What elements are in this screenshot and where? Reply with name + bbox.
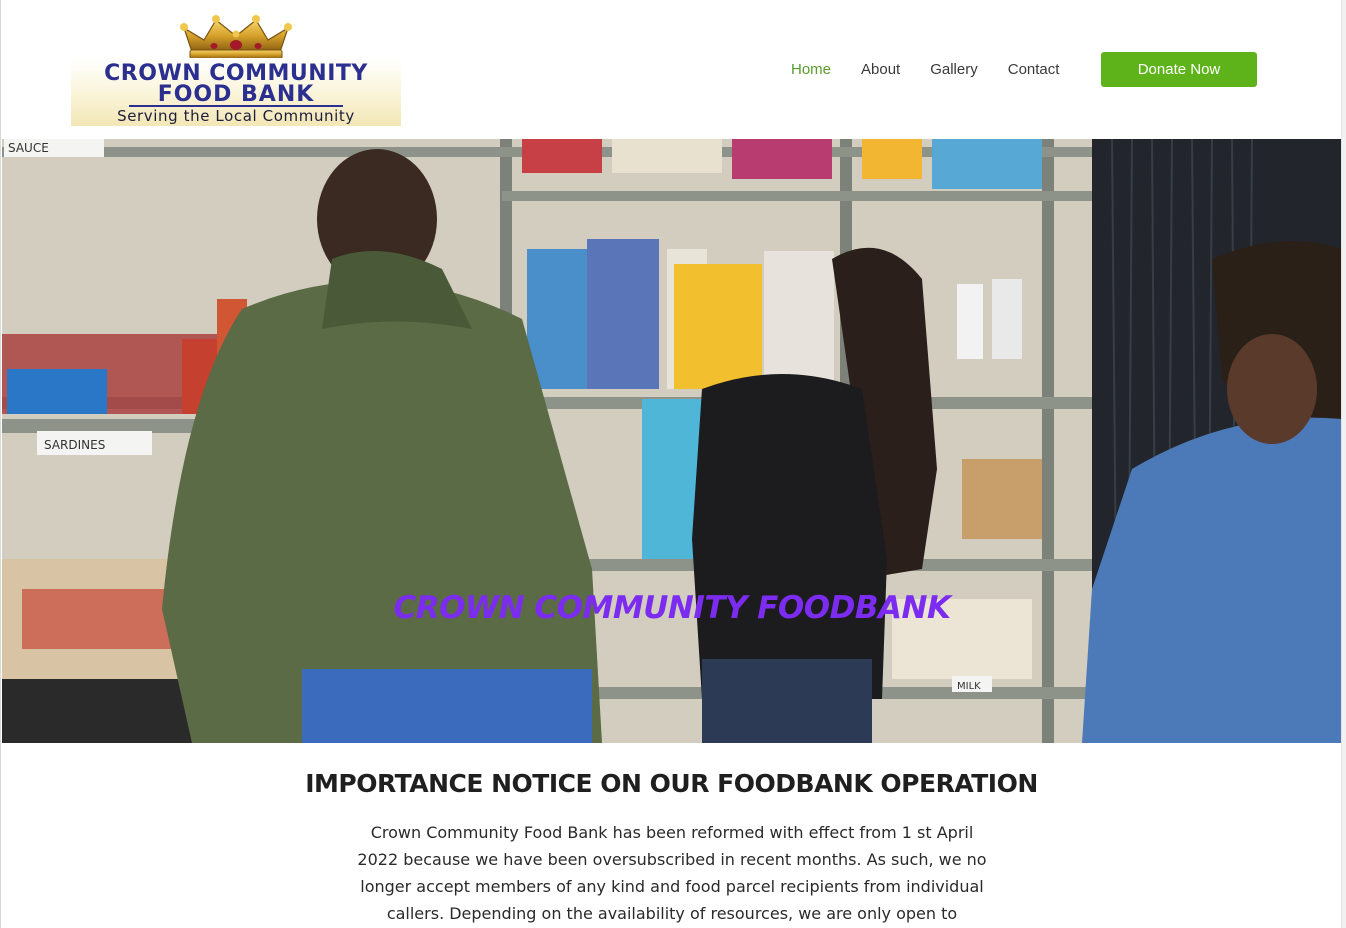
notice-body: Crown Community Food Bank has been refor… — [344, 819, 1000, 927]
hero-title: CROWN COMMUNITY FOODBANK — [393, 590, 951, 626]
crown-icon — [180, 15, 292, 60]
logo-line2: FOOD BANK — [157, 82, 315, 107]
hero-banner: SAUCE SARDINES MILK CROWN COMMUNITY FOOD… — [2, 139, 1342, 743]
nav-item-contact[interactable]: Contact — [1008, 59, 1060, 81]
nav-item-home[interactable]: Home — [791, 59, 831, 81]
notice-line: 2022 because we have been oversubscribed… — [357, 850, 987, 869]
site-header: CROWN COMMUNITY FOOD BANK Serving the Lo… — [1, 0, 1342, 139]
donate-now-button[interactable]: Donate Now — [1101, 52, 1257, 87]
hero-image: SAUCE SARDINES MILK — [2, 139, 1342, 743]
page: CROWN COMMUNITY FOOD BANK Serving the Lo… — [0, 0, 1346, 928]
nav-item-gallery[interactable]: Gallery — [930, 59, 978, 81]
notice-line: longer accept members of any kind and fo… — [360, 877, 984, 896]
notice-line: Crown Community Food Bank has been refor… — [370, 823, 974, 842]
notice-line: callers. Depending on the availability o… — [386, 904, 958, 923]
shelf-label-sardines: SARDINES — [44, 438, 105, 452]
page-scrollbar[interactable] — [1341, 0, 1346, 928]
main-nav: Home About Gallery Contact — [791, 59, 1089, 81]
notice-heading: IMPORTANCE NOTICE ON OUR FOODBANK OPERAT… — [305, 769, 1038, 798]
shelf-label-sauce: SAUCE — [8, 141, 49, 155]
nav-item-about[interactable]: About — [861, 59, 900, 81]
shelf-label-milk: MILK — [957, 681, 981, 692]
logo-tagline: Serving the Local Community — [117, 107, 355, 125]
site-logo[interactable]: CROWN COMMUNITY FOOD BANK Serving the Lo… — [71, 12, 401, 126]
